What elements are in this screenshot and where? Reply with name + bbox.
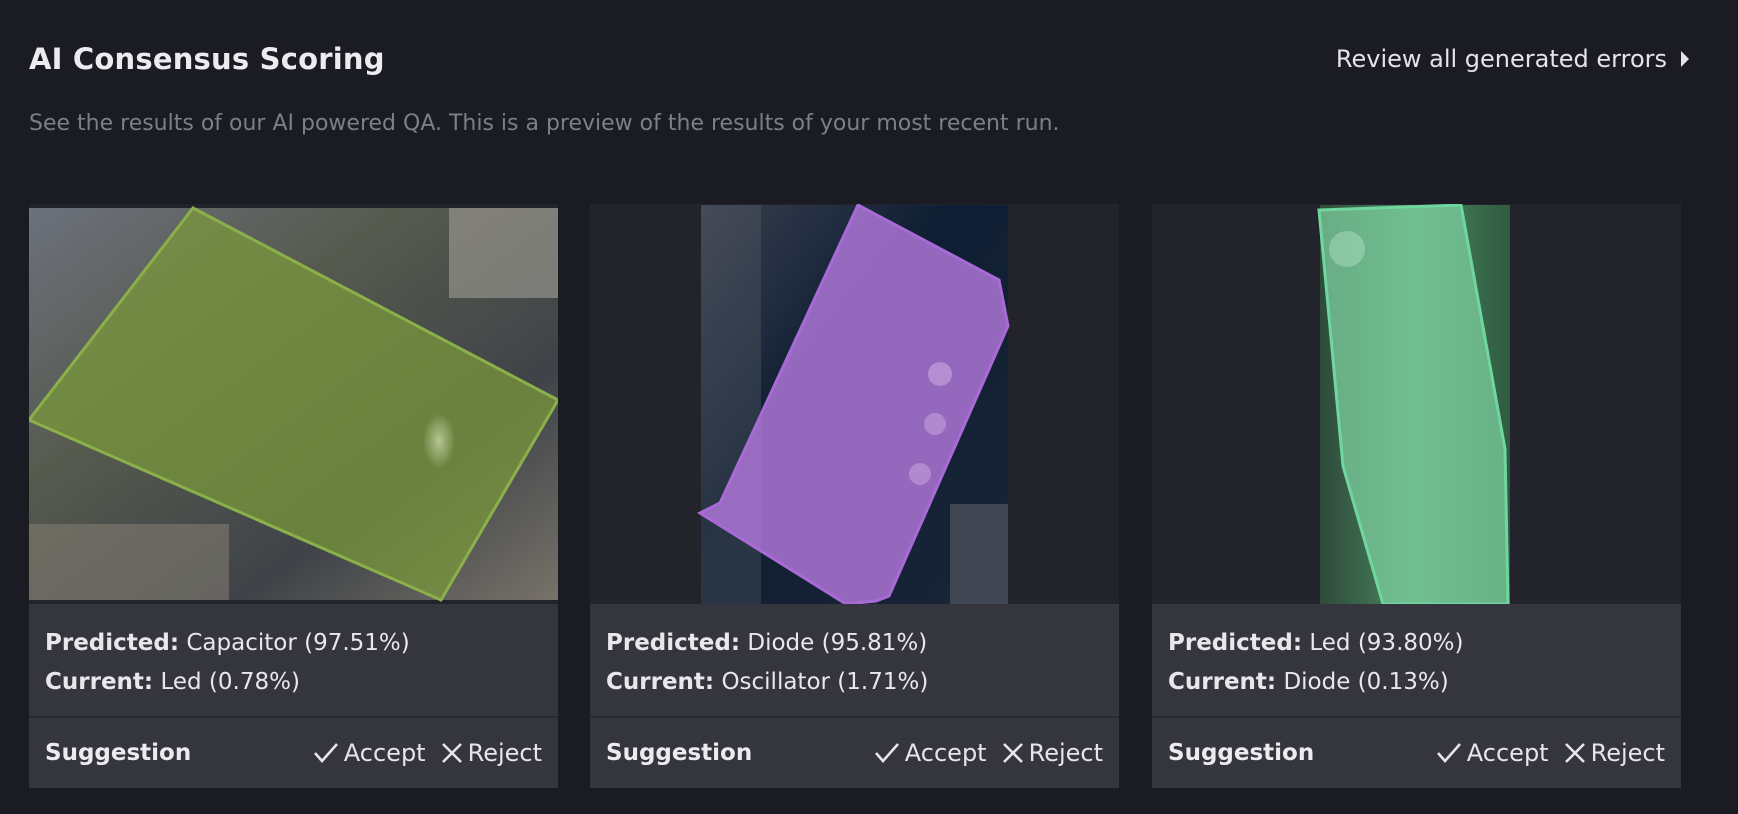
- suggestion-bar: Suggestion Accept Reject: [29, 718, 558, 788]
- accept-label: Accept: [904, 739, 987, 767]
- predicted-label: Predicted: [606, 630, 731, 656]
- predicted-value: Diode (95.81%): [747, 630, 928, 656]
- result-card: Predicted: Diode (95.81%) Current: Oscil…: [590, 204, 1119, 788]
- result-card: Predicted: Led (93.80%) Current: Diode (…: [1152, 204, 1681, 788]
- header: AI Consensus Scoring Review all generate…: [29, 38, 1689, 80]
- result-image: [29, 204, 558, 604]
- suggestion-label: Suggestion: [45, 740, 192, 766]
- current-value: Led (0.78%): [160, 669, 300, 695]
- results-cards: Predicted: Capacitor (97.51%) Current: L…: [29, 204, 1681, 788]
- result-image: [1152, 204, 1681, 604]
- x-icon: [1564, 743, 1585, 763]
- reject-label: Reject: [1028, 739, 1103, 767]
- predicted-label: Predicted: [1168, 630, 1293, 656]
- current-value: Diode (0.13%): [1283, 669, 1449, 695]
- reject-button[interactable]: Reject: [1563, 739, 1665, 767]
- accept-label: Accept: [343, 739, 426, 767]
- suggestion-label: Suggestion: [1168, 740, 1315, 766]
- current-label: Current: [606, 669, 705, 695]
- x-icon: [1002, 743, 1023, 763]
- check-icon: [874, 743, 899, 763]
- page-title: AI Consensus Scoring: [29, 42, 385, 76]
- accept-label: Accept: [1466, 739, 1549, 767]
- result-card: Predicted: Capacitor (97.51%) Current: L…: [29, 204, 558, 788]
- predicted-value: Led (93.80%): [1309, 630, 1464, 656]
- predicted-value: Capacitor (97.51%): [186, 630, 410, 656]
- result-image: [590, 204, 1119, 604]
- reject-button[interactable]: Reject: [1001, 739, 1103, 767]
- page-subtitle: See the results of our AI powered QA. Th…: [29, 111, 1060, 136]
- x-icon: [441, 743, 462, 763]
- reject-label: Reject: [1590, 739, 1665, 767]
- accept-button[interactable]: Accept: [873, 739, 987, 767]
- prediction-info: Predicted: Capacitor (97.51%) Current: L…: [29, 604, 558, 716]
- review-link-label: Review all generated errors: [1335, 45, 1667, 73]
- current-value: Oscillator (1.71%): [721, 669, 929, 695]
- prediction-info: Predicted: Diode (95.81%) Current: Oscil…: [590, 604, 1119, 716]
- check-icon: [313, 743, 338, 763]
- prediction-info: Predicted: Led (93.80%) Current: Diode (…: [1152, 604, 1681, 716]
- caret-right-icon: [1681, 51, 1689, 67]
- suggestion-label: Suggestion: [606, 740, 753, 766]
- current-label: Current: [1168, 669, 1267, 695]
- review-all-errors-link[interactable]: Review all generated errors: [1336, 45, 1689, 73]
- suggestion-bar: Suggestion Accept Reject: [1152, 718, 1681, 788]
- current-label: Current: [45, 669, 144, 695]
- predicted-label: Predicted: [45, 630, 170, 656]
- reject-button[interactable]: Reject: [440, 739, 542, 767]
- check-icon: [1436, 743, 1461, 763]
- suggestion-bar: Suggestion Accept Reject: [590, 718, 1119, 788]
- reject-label: Reject: [467, 739, 542, 767]
- accept-button[interactable]: Accept: [1435, 739, 1549, 767]
- accept-button[interactable]: Accept: [312, 739, 426, 767]
